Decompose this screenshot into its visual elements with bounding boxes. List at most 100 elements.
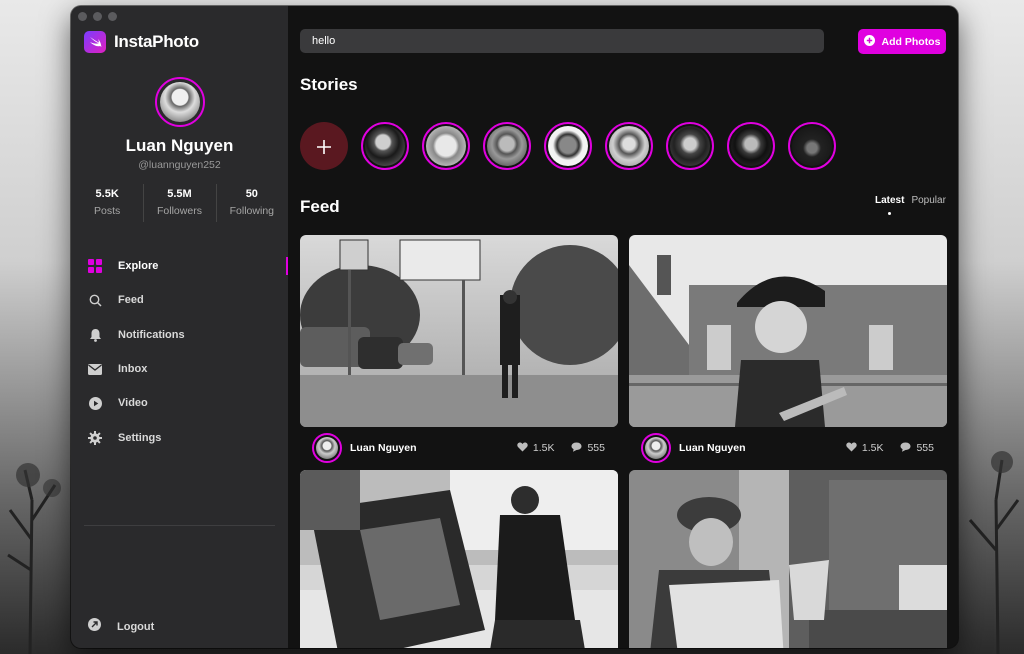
avatar (487, 126, 527, 166)
post-author-avatar[interactable] (641, 433, 671, 463)
tab-popular[interactable]: Popular (911, 195, 945, 206)
comment-count: 555 (587, 442, 605, 454)
add-photos-button[interactable]: Add Photos (858, 29, 946, 54)
heart-icon[interactable] (846, 442, 857, 455)
app-name: InstaPhoto (114, 32, 199, 51)
sidebar-item-video[interactable]: Video (71, 386, 288, 420)
avatar (670, 126, 710, 166)
story-avatar[interactable] (605, 122, 653, 170)
mail-icon (88, 362, 102, 376)
post-meta: Luan Nguyen 1.5K 555 (629, 428, 947, 468)
avatar (316, 437, 338, 459)
sidebar-item-explore[interactable]: Explore (71, 249, 288, 283)
close-window-button[interactable] (78, 12, 87, 21)
avatar (548, 126, 588, 166)
stat-value: 5.5M (167, 188, 192, 200)
sidebar-item-label: Settings (118, 431, 162, 444)
story-avatar[interactable] (361, 122, 409, 170)
feed-heading: Feed (300, 197, 340, 216)
sidebar-item-label: Explore (118, 260, 159, 273)
minimize-window-button[interactable] (93, 12, 102, 21)
sidebar-divider (84, 525, 275, 526)
stat-following[interactable]: 50 Following (215, 184, 288, 222)
post-author-avatar[interactable] (312, 433, 342, 463)
add-story-button[interactable] (300, 122, 348, 170)
stat-label: Posts (94, 205, 121, 217)
feed-post[interactable] (300, 470, 618, 648)
logout-label: Logout (117, 621, 155, 633)
stat-label: Following (229, 205, 274, 217)
story-avatar[interactable] (422, 122, 470, 170)
story-avatar[interactable] (483, 122, 531, 170)
sidebar-item-feed[interactable]: Feed (71, 283, 288, 317)
profile-name: Luan Nguyen (125, 136, 234, 155)
story-avatar[interactable] (788, 122, 836, 170)
story-avatar[interactable] (727, 122, 775, 170)
sidebar: InstaPhoto Luan Nguyen @luannguyen252 5.… (71, 6, 288, 648)
brand[interactable]: InstaPhoto (84, 31, 199, 53)
stat-posts[interactable]: 5.5K Posts (71, 188, 143, 217)
stories-heading: Stories (300, 75, 358, 94)
story-avatar[interactable] (666, 122, 714, 170)
profile-avatar[interactable] (155, 77, 205, 127)
like-count: 1.5K (861, 442, 884, 454)
tab-latest[interactable]: Latest (875, 195, 904, 215)
main-content: Add Photos Stories Feed Latest Popular (288, 6, 958, 648)
stat-label: Followers (157, 205, 202, 217)
sidebar-item-label: Feed (118, 294, 144, 307)
avatar (645, 437, 667, 459)
search-icon (88, 293, 102, 307)
avatar (365, 126, 405, 166)
post-photo[interactable] (629, 470, 947, 648)
sidebar-item-inbox[interactable]: Inbox (71, 352, 288, 386)
heart-icon[interactable] (517, 442, 528, 455)
plus-circle-icon (863, 33, 875, 51)
feed-post[interactable]: Luan Nguyen 1.5K 555 (300, 235, 618, 468)
swift-logo-icon (84, 31, 106, 53)
like-count: 1.5K (532, 442, 555, 454)
avatar (731, 126, 771, 166)
stat-followers[interactable]: 5.5M Followers (143, 184, 215, 222)
grid-icon (88, 259, 102, 274)
add-photos-label: Add Photos (881, 35, 941, 48)
bell-icon (88, 328, 102, 342)
post-author-name[interactable]: Luan Nguyen (679, 442, 846, 454)
post-photo[interactable] (629, 235, 947, 427)
logout-icon (88, 618, 101, 636)
sidebar-item-label: Video (118, 397, 148, 410)
profile-stats: 5.5K Posts 5.5M Followers 50 Following (71, 184, 288, 222)
search-input[interactable] (300, 29, 824, 53)
avatar (426, 126, 466, 166)
stories-row (300, 122, 836, 170)
feed-post[interactable] (629, 470, 947, 648)
zoom-window-button[interactable] (108, 12, 117, 21)
comment-icon[interactable] (900, 442, 911, 455)
story-avatar[interactable] (544, 122, 592, 170)
post-photo[interactable] (300, 470, 618, 648)
stat-value: 5.5K (95, 188, 119, 200)
avatar (609, 126, 649, 166)
sidebar-item-notifications[interactable]: Notifications (71, 318, 288, 352)
gear-icon (88, 430, 102, 445)
post-photo[interactable] (300, 235, 618, 427)
window-controls (78, 12, 117, 21)
comment-icon[interactable] (571, 442, 582, 455)
sidebar-item-label: Notifications (118, 328, 185, 341)
stat-value: 50 (245, 188, 258, 200)
plus-icon (316, 131, 332, 162)
post-stats: 1.5K 555 (846, 442, 934, 455)
avatar (160, 82, 200, 122)
logout-button[interactable]: Logout (88, 618, 154, 636)
profile-handle: @luannguyen252 (138, 159, 221, 171)
sidebar-nav: Explore Feed Notifications Inbox Video S… (71, 249, 288, 455)
sidebar-item-label: Inbox (118, 363, 148, 376)
post-stats: 1.5K 555 (517, 442, 605, 455)
desktop-tree-decoration (7, 463, 61, 654)
feed-post[interactable]: Luan Nguyen 1.5K 555 (629, 235, 947, 468)
feed-tabs: Latest Popular (875, 195, 946, 215)
sidebar-item-settings[interactable]: Settings (71, 420, 288, 454)
avatar (792, 126, 832, 166)
comment-count: 555 (916, 442, 934, 454)
desktop-tree-decoration (968, 451, 1020, 654)
post-author-name[interactable]: Luan Nguyen (350, 442, 517, 454)
